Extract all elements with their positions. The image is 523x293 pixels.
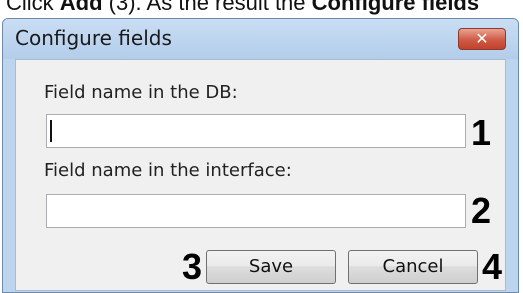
dialog-titlebar: Configure fields ✕ <box>3 19 518 59</box>
interface-field-label: Field name in the interface: <box>44 160 292 181</box>
db-field-input[interactable] <box>46 114 466 148</box>
configure-fields-dialog: Configure fields ✕ Field name in the DB:… <box>2 18 519 293</box>
instruction-middle: (3). As the result the <box>102 0 312 15</box>
cancel-button[interactable]: Cancel <box>348 250 478 284</box>
dialog-title: Configure fields <box>15 26 172 50</box>
instruction-text: Click Add (3). As the result the Configu… <box>0 0 523 18</box>
db-field-label: Field name in the DB: <box>44 82 238 103</box>
callout-2: 2 <box>471 190 492 231</box>
close-icon: ✕ <box>475 29 489 48</box>
instruction-add: Add <box>59 0 103 15</box>
close-button[interactable]: ✕ <box>458 28 506 50</box>
callout-3: 3 <box>182 246 203 287</box>
text-caret <box>50 120 52 142</box>
callout-1: 1 <box>471 112 492 153</box>
dialog-client-area: Field name in the DB: 1 Field name in th… <box>15 59 506 291</box>
save-button[interactable]: Save <box>206 250 336 284</box>
callout-4: 4 <box>482 246 503 287</box>
interface-field-input[interactable] <box>46 194 466 228</box>
instruction-prefix: Click <box>6 0 60 15</box>
instruction-configure-fields: Configure fields <box>311 0 480 15</box>
